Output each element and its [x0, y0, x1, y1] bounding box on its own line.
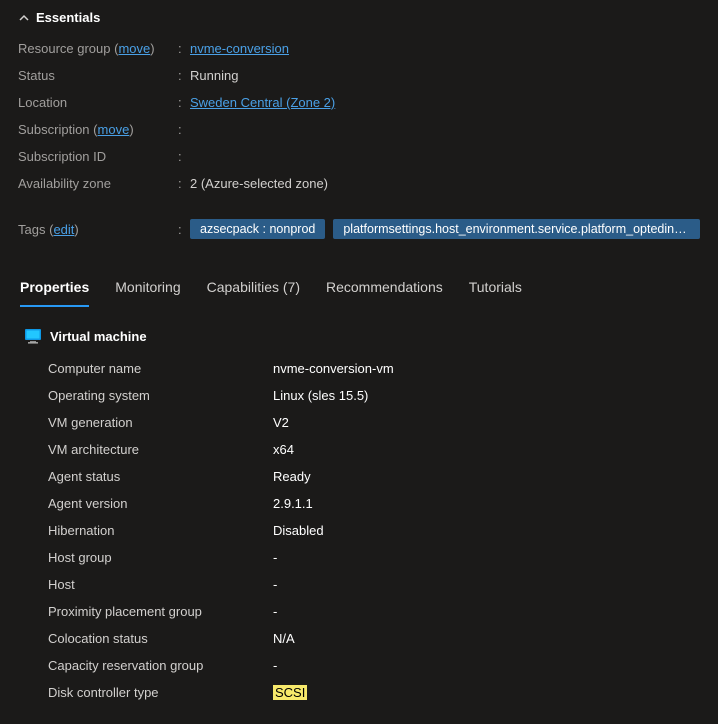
tab-properties[interactable]: Properties	[20, 273, 89, 307]
row-resource-group: Resource group (move) : nvme-conversion	[18, 35, 700, 62]
vm-section: Virtual machine Computer namenvme-conver…	[18, 327, 700, 706]
vm-section-title: Virtual machine	[50, 329, 147, 344]
label-tags: Tags	[18, 222, 45, 237]
property-value: -	[273, 577, 277, 592]
property-label: VM architecture	[18, 442, 273, 457]
property-row: Agent statusReady	[18, 463, 700, 490]
property-label: Agent version	[18, 496, 273, 511]
property-row: VM architecturex64	[18, 436, 700, 463]
property-row: HibernationDisabled	[18, 517, 700, 544]
tab-capabilities[interactable]: Capabilities (7)	[207, 273, 300, 307]
property-value: N/A	[273, 631, 295, 646]
property-label: Operating system	[18, 388, 273, 403]
property-label: Proximity placement group	[18, 604, 273, 619]
property-row: Capacity reservation group-	[18, 652, 700, 679]
edit-tags-link[interactable]: edit	[53, 222, 74, 237]
tab-tutorials[interactable]: Tutorials	[469, 273, 522, 307]
property-row: Proximity placement group-	[18, 598, 700, 625]
property-label: Hibernation	[18, 523, 273, 538]
chevron-up-icon	[18, 12, 30, 24]
row-location: Location : Sweden Central (Zone 2)	[18, 89, 700, 116]
label-location: Location	[18, 95, 178, 110]
move-subscription-link[interactable]: move	[98, 122, 130, 137]
tags-container: azsecpack : nonprod platformsettings.hos…	[190, 219, 700, 239]
property-label: Host	[18, 577, 273, 592]
property-value: -	[273, 658, 277, 673]
location-link[interactable]: Sweden Central (Zone 2)	[190, 95, 335, 110]
tab-monitoring[interactable]: Monitoring	[115, 273, 180, 307]
value-status: Running	[190, 68, 700, 83]
property-label: Disk controller type	[18, 685, 273, 700]
tab-recommendations[interactable]: Recommendations	[326, 273, 443, 307]
label-availability-zone: Availability zone	[18, 176, 178, 191]
row-subscription: Subscription (move) :	[18, 116, 700, 143]
property-label: Host group	[18, 550, 273, 565]
essentials-title: Essentials	[36, 10, 100, 25]
row-tags: Tags (edit) : azsecpack : nonprod platfo…	[18, 215, 700, 243]
property-row: Agent version2.9.1.1	[18, 490, 700, 517]
move-resource-group-link[interactable]: move	[118, 41, 150, 56]
virtual-machine-icon	[24, 327, 42, 345]
tag-pill[interactable]: azsecpack : nonprod	[190, 219, 325, 239]
property-value: x64	[273, 442, 294, 457]
tag-pill[interactable]: platformsettings.host_environment.servic…	[333, 219, 700, 239]
property-value: nvme-conversion-vm	[273, 361, 394, 376]
property-row: Computer namenvme-conversion-vm	[18, 355, 700, 382]
property-value: Ready	[273, 469, 311, 484]
property-value: -	[273, 604, 277, 619]
value-availability-zone: 2 (Azure-selected zone)	[190, 176, 700, 191]
row-subscription-id: Subscription ID :	[18, 143, 700, 170]
property-label: Capacity reservation group	[18, 658, 273, 673]
property-row: Host-	[18, 571, 700, 598]
label-subscription-id: Subscription ID	[18, 149, 178, 164]
label-subscription: Subscription	[18, 122, 90, 137]
property-value: SCSI	[273, 685, 307, 700]
property-value: 2.9.1.1	[273, 496, 313, 511]
property-row: Host group-	[18, 544, 700, 571]
property-row: Disk controller typeSCSI	[18, 679, 700, 706]
row-status: Status : Running	[18, 62, 700, 89]
essentials-toggle[interactable]: Essentials	[18, 10, 700, 25]
resource-group-link[interactable]: nvme-conversion	[190, 41, 289, 56]
property-row: Operating systemLinux (sles 15.5)	[18, 382, 700, 409]
property-value: Disabled	[273, 523, 324, 538]
property-label: Computer name	[18, 361, 273, 376]
property-label: Agent status	[18, 469, 273, 484]
label-status: Status	[18, 68, 178, 83]
property-value: -	[273, 550, 277, 565]
property-row: Colocation statusN/A	[18, 625, 700, 652]
property-value: Linux (sles 15.5)	[273, 388, 368, 403]
property-row: VM generationV2	[18, 409, 700, 436]
property-label: VM generation	[18, 415, 273, 430]
property-label: Colocation status	[18, 631, 273, 646]
tab-bar: Properties Monitoring Capabilities (7) R…	[18, 273, 700, 307]
property-value: V2	[273, 415, 289, 430]
essentials-grid: Resource group (move) : nvme-conversion …	[18, 35, 700, 243]
row-availability-zone: Availability zone : 2 (Azure-selected zo…	[18, 170, 700, 197]
label-resource-group: Resource group	[18, 41, 111, 56]
